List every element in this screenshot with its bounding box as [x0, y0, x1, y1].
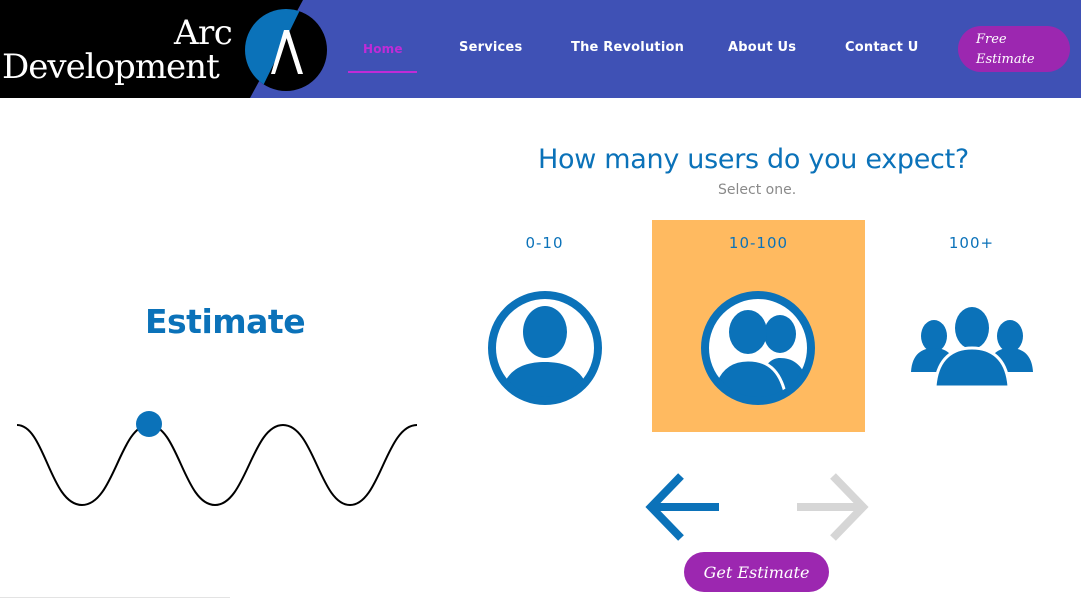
tab-contact-us[interactable]: Contact U	[845, 40, 919, 55]
person-icon	[488, 291, 602, 405]
option-10-100[interactable]: 10-100	[652, 220, 865, 432]
question-title: How many users do you expect?	[538, 144, 969, 175]
option-100-plus[interactable]: 100+	[865, 220, 1078, 432]
free-estimate-label-line1: Free	[976, 32, 1007, 47]
logo-icon	[245, 9, 327, 91]
tab-services[interactable]: Services	[459, 40, 522, 55]
tab-about-us[interactable]: About Us	[728, 40, 796, 55]
divider	[0, 597, 230, 598]
active-tab-indicator	[348, 71, 417, 73]
app-header: Arc Development Home Services The Revolu…	[0, 0, 1081, 98]
estimate-heading: Estimate	[145, 302, 306, 341]
tab-home[interactable]: Home	[363, 42, 403, 56]
persons-icon	[701, 291, 815, 405]
arrow-back-icon[interactable]	[643, 470, 723, 548]
arrow-forward-icon[interactable]	[795, 470, 875, 548]
wave-line	[16, 423, 418, 507]
free-estimate-label-line2: Estimate	[976, 52, 1035, 67]
tab-the-revolution[interactable]: The Revolution	[571, 40, 684, 55]
wave-dot	[136, 411, 162, 437]
free-estimate-button[interactable]: Free Estimate	[958, 26, 1070, 72]
get-estimate-button[interactable]: Get Estimate	[684, 552, 829, 592]
people-group-icon	[911, 307, 1033, 389]
wave-animation	[16, 411, 418, 507]
logo-text-development: Development	[2, 47, 220, 87]
option-0-10[interactable]: 0-10	[438, 220, 651, 432]
question-subtitle: Select one.	[718, 182, 797, 198]
